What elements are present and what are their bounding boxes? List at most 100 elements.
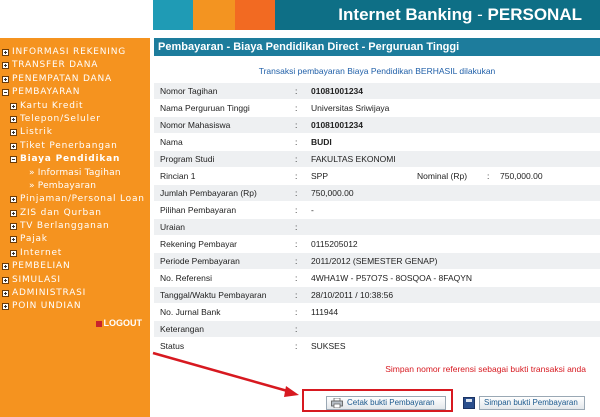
sidebar-item-label: POIN UNDIAN <box>12 301 82 312</box>
app-title-sub: PERSONAL <box>487 5 582 24</box>
sidebar-item[interactable]: ZIS dan Qurban <box>0 207 150 220</box>
expand-icon <box>2 303 9 311</box>
header-decor-orange <box>193 0 235 30</box>
sidebar-item[interactable]: » Informasi Tagihan <box>0 167 150 180</box>
row-colon: : <box>295 154 298 164</box>
row-label-secondary: Nominal (Rp) <box>417 171 468 181</box>
row-label: Nomor Mahasiswa <box>160 120 231 130</box>
expand-icon <box>10 236 17 244</box>
sidebar-item[interactable]: Biaya Pendidikan <box>0 153 150 166</box>
logout-icon <box>95 320 102 327</box>
expand-icon <box>10 115 17 123</box>
table-row: Nomor Tagihan: 01081001234 <box>154 83 600 100</box>
app-title-separator: - <box>472 5 488 24</box>
sidebar-item-label: ADMINISTRASI <box>12 288 87 299</box>
sidebar-item[interactable]: TRANSFER DANA <box>0 59 150 72</box>
floppy-disk-icon[interactable] <box>463 397 475 409</box>
sidebar-item-label: PEMBAYARAN <box>12 87 81 98</box>
sidebar-item[interactable]: Kartu Kredit <box>0 100 150 113</box>
sidebar-item-label: PENEMPATAN DANA <box>12 73 112 84</box>
row-label: Tanggal/Waktu Pembayaran <box>160 290 267 300</box>
row-value: 750,000.00 <box>311 188 354 198</box>
expand-icon <box>10 209 17 217</box>
app-title-main: Internet Banking <box>338 5 473 24</box>
expand-icon <box>2 276 9 284</box>
row-colon: : <box>295 307 298 317</box>
row-colon: : <box>295 120 298 130</box>
row-value: FAKULTAS EKONOMI <box>311 154 396 164</box>
row-label: Keterangan <box>160 324 204 334</box>
row-value: SUKSES <box>311 341 346 351</box>
expand-icon <box>10 196 17 204</box>
table-row: Nomor Mahasiswa: 01081001234 <box>154 117 600 134</box>
sidebar-item[interactable]: Tiket Penerbangan <box>0 140 150 153</box>
header-title-bar: Internet Banking - PERSONAL <box>275 0 600 30</box>
sidebar-item[interactable]: » Pembayaran <box>0 180 150 193</box>
sidebar-item[interactable]: POIN UNDIAN <box>0 300 150 313</box>
row-label: Periode Pembayaran <box>160 256 240 266</box>
table-row: Keterangan: <box>154 321 600 338</box>
sidebar-item[interactable]: Pinjaman/Personal Loan <box>0 193 150 206</box>
row-value: 111944 <box>311 307 339 317</box>
row-value: - <box>311 205 314 215</box>
expand-icon <box>10 142 17 150</box>
page-title: Pembayaran - Biaya Pendidikan Direct - P… <box>154 38 600 56</box>
expand-icon <box>10 129 17 137</box>
expand-icon <box>2 49 9 56</box>
sidebar-item-label: Pajak <box>20 234 48 245</box>
sidebar-item-label: PEMBELIAN <box>12 261 71 272</box>
sidebar-item[interactable]: Internet <box>0 247 150 260</box>
row-value: 28/10/2011 / 10:38:56 <box>311 290 394 300</box>
sidebar-item[interactable]: Listrik <box>0 126 150 139</box>
row-label: Nama <box>160 137 183 147</box>
row-colon: : <box>295 171 298 181</box>
row-value-secondary: 750,000.00 <box>500 171 543 181</box>
logout-link[interactable]: LOGOUT <box>95 318 142 328</box>
sidebar-item-label: Internet <box>20 247 63 258</box>
row-colon: : <box>295 188 298 198</box>
row-label: Nama Perguruan Tinggi <box>160 103 250 113</box>
row-value: 01081001234 <box>311 120 364 130</box>
sidebar-item[interactable]: PEMBAYARAN <box>0 86 150 99</box>
save-receipt-button[interactable]: Simpan bukti Pembayaran <box>479 396 585 410</box>
sidebar-item[interactable]: INFORMASI REKENING <box>0 46 150 59</box>
row-colon: : <box>295 341 298 351</box>
sidebar-item[interactable]: TV Berlangganan <box>0 220 150 233</box>
sidebar-item[interactable]: Telepon/Seluler <box>0 113 150 126</box>
sidebar-item-label: Telepon/Seluler <box>20 113 101 124</box>
sidebar: INFORMASI REKENING TRANSFER DANA PENEMPATA… <box>0 38 150 417</box>
row-label: Program Studi <box>160 154 215 164</box>
sidebar-item[interactable]: SIMULASI <box>0 274 150 287</box>
expand-icon <box>10 249 17 257</box>
table-row: Nama: BUDI <box>154 134 600 151</box>
expand-icon <box>2 290 9 298</box>
row-colon: : <box>295 290 298 300</box>
sidebar-item[interactable]: PENEMPATAN DANA <box>0 73 150 86</box>
row-label: Status <box>160 341 185 351</box>
row-label: Rincian 1 <box>160 171 196 181</box>
collapse-icon <box>10 156 17 164</box>
row-value: Universitas Sriwijaya <box>311 103 390 113</box>
expand-icon <box>2 75 9 83</box>
row-colon: : <box>295 239 298 249</box>
sidebar-item[interactable]: Pajak <box>0 233 150 246</box>
sidebar-item[interactable]: ADMINISTRASI <box>0 287 150 300</box>
row-label: Nomor Tagihan <box>160 86 218 96</box>
table-row: Nama Perguruan Tinggi: Universitas Sriwij… <box>154 100 600 117</box>
table-row: Rincian 1: SPP Nominal (Rp):750,000.00 <box>154 168 600 185</box>
row-colon: : <box>295 273 298 283</box>
sidebar-item-label: » Pembayaran <box>29 180 97 191</box>
table-row: Status: SUKSES <box>154 338 600 355</box>
expand-icon <box>10 223 17 231</box>
sidebar-item[interactable]: PEMBELIAN <box>0 260 150 273</box>
sidebar-item-label: INFORMASI REKENING <box>12 47 127 57</box>
row-label: No. Jurnal Bank <box>160 307 221 317</box>
row-colon: : <box>295 205 298 215</box>
table-row: Uraian: <box>154 219 600 236</box>
expand-icon <box>2 263 9 271</box>
sidebar-menu: INFORMASI REKENING TRANSFER DANA PENEMPATA… <box>0 38 150 314</box>
row-value: 0115205012 <box>311 239 358 249</box>
row-label: Rekening Pembayar <box>160 239 238 249</box>
row-colon: : <box>295 256 298 266</box>
row-colon: : <box>487 171 490 181</box>
